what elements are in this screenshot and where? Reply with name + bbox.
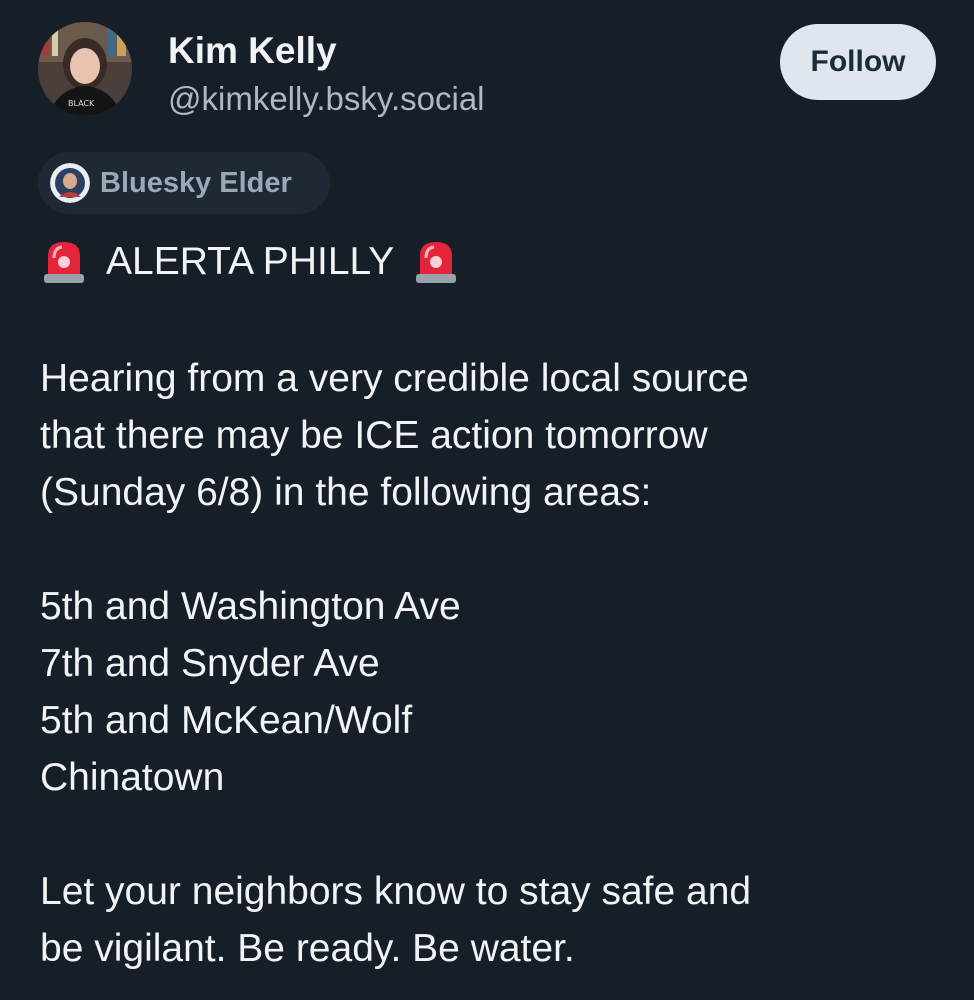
svg-text:BLACK: BLACK [68,99,95,108]
avatar[interactable]: BLACK [38,22,132,116]
post-text-line: that there may be ICE action tomorrow [40,414,708,457]
location-item: Chinatown [40,756,225,799]
user-handle[interactable]: @kimkelly.bsky.social [168,80,485,118]
follow-button[interactable]: Follow [780,24,936,100]
alert-title: ALERTA PHILLY [106,239,395,283]
post-text-line: be vigilant. Be ready. Be water. [40,927,575,970]
display-name[interactable]: Kim Kelly [168,30,337,72]
profile-badge[interactable]: Bluesky Elder [38,152,330,214]
post-body: ALERTA PHILLY Hearing from a very credib… [40,230,940,977]
location-item: 7th and Snyder Ave [40,642,380,685]
badge-avatar-icon [50,163,90,203]
location-item: 5th and McKean/Wolf [40,699,413,742]
post-text-line: Let your neighbors know to stay safe and [40,870,752,913]
police-car-light-icon [412,236,460,286]
badge-label: Bluesky Elder [100,166,292,199]
post-text-line: Hearing from a very credible local sourc… [40,357,749,400]
post-text-line: (Sunday 6/8) in the following areas: [40,471,652,514]
police-car-light-icon [40,236,88,286]
location-item: 5th and Washington Ave [40,585,461,628]
alert-headline: ALERTA PHILLY [40,230,940,292]
